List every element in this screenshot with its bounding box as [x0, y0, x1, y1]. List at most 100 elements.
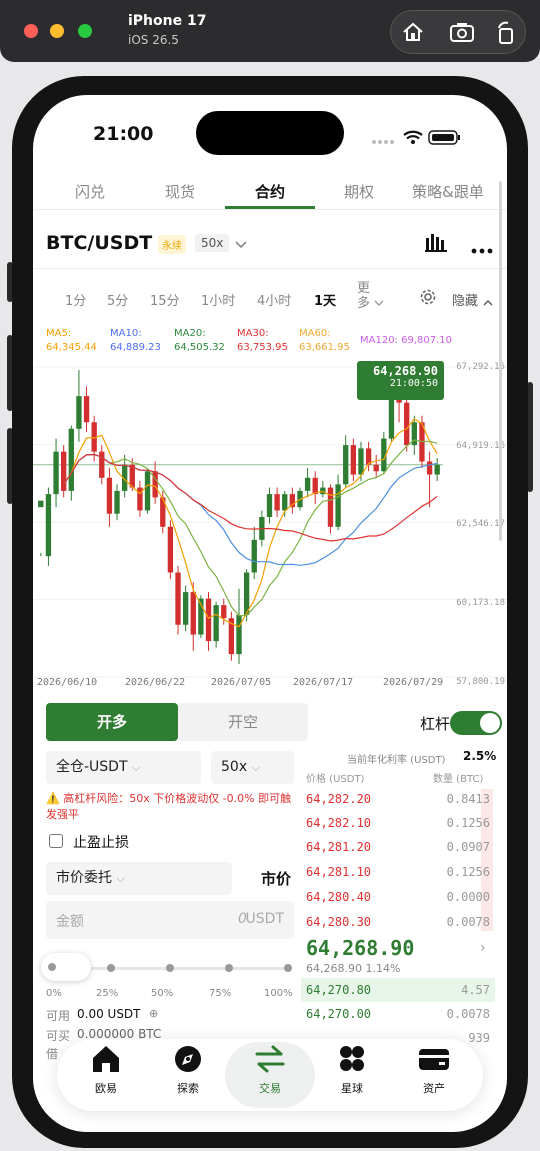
candle-body [53, 451, 59, 495]
bid-price: 64,270.80 [306, 983, 372, 997]
last-price-tag[interactable]: 64,268.90 21:00:50 [357, 361, 444, 400]
slider-label-25: 25% [96, 988, 119, 999]
slider-label-100: 100% [264, 988, 293, 999]
screenshot-icon[interactable] [449, 21, 475, 47]
ma30-value: 63,753.95 [237, 342, 288, 353]
simulator-os-version: iOS 26.5 [128, 33, 179, 47]
wallet-icon [419, 1049, 449, 1070]
y-tick-label: 64,919.16 [456, 441, 505, 451]
chevron-right-icon[interactable]: › [480, 940, 486, 956]
compass-icon [175, 1046, 201, 1072]
candle-body [38, 500, 44, 508]
slider-stop-50[interactable] [166, 964, 174, 972]
nav-planet[interactable]: 星球 [317, 1043, 387, 1096]
add-funds-icon[interactable]: ⊕ [149, 1007, 158, 1020]
leverage-select[interactable]: 50x ⌵ [211, 751, 294, 784]
ma10-label: MA10: [110, 328, 142, 339]
nav-trade[interactable]: 交易 [235, 1043, 305, 1096]
tab-spot[interactable]: 现货 [165, 181, 195, 202]
candle-body [274, 494, 280, 511]
y-tick-label: 67,292.15 [456, 362, 505, 372]
ma5-value: 64,345.44 [46, 342, 97, 353]
slider-stop-100[interactable] [284, 964, 292, 972]
more-icon[interactable] [471, 239, 493, 258]
available-value: 0.00 USDT [77, 1007, 141, 1021]
timeframe-more[interactable]: 更多 [357, 281, 370, 311]
home-icon[interactable] [401, 21, 425, 47]
ask-price: 64,280.40 [306, 890, 372, 904]
timeframe-15m[interactable]: 15分 [150, 290, 180, 309]
candlestick-chart[interactable] [33, 357, 507, 691]
funding-rate-label: 当前年化利率 (USDT) [347, 755, 446, 766]
open-long-button[interactable]: 开多 [46, 703, 178, 741]
slider-stop-25[interactable] [107, 964, 115, 972]
rotate-icon[interactable] [495, 21, 517, 49]
hide-toggle[interactable]: 隐藏 [452, 290, 478, 309]
candle-body [68, 428, 74, 491]
ma60-label: MA60: [299, 328, 331, 339]
candle-body [404, 402, 410, 446]
candle-body [99, 451, 105, 478]
simulator-device-name: iPhone 17 [128, 13, 207, 29]
tab-flash-swap[interactable]: 闪兑 [75, 181, 105, 202]
trade-arrows-icon [255, 1045, 285, 1073]
close-window-button[interactable] [24, 24, 38, 38]
timeframe-4h[interactable]: 4小时 [257, 290, 291, 309]
ma120-value: 69,807.10 [401, 335, 453, 346]
timeframe-1m[interactable]: 1分 [65, 290, 86, 309]
phone-screen: 21:00 闪兑 现货 合约 期权 策略&跟单 BTC/USDT 永续 50x … [33, 95, 507, 1132]
tpsl-checkbox[interactable] [49, 834, 63, 848]
pair-symbol[interactable]: BTC/USDT [46, 232, 152, 254]
planet-icon [340, 1046, 364, 1071]
y-tick-label: 57,800.19 [456, 677, 505, 687]
chevron-down-icon[interactable] [374, 292, 384, 311]
price-header: 价格 (USDT) [306, 774, 365, 785]
candle-body [304, 477, 311, 491]
nav-label: 交易 [259, 1082, 281, 1095]
chevron-down-icon: ⌵ [251, 761, 260, 774]
order-type-select[interactable]: 市价委托 ⌵ [46, 862, 232, 895]
timeframe-1d[interactable]: 1天 [314, 290, 336, 309]
candle-countdown: 21:00:50 [389, 378, 438, 389]
slider-label-50: 50% [151, 988, 174, 999]
slider-stop-75[interactable] [225, 964, 233, 972]
tab-options[interactable]: 期权 [344, 181, 374, 202]
chart-bars-icon[interactable] [425, 232, 447, 256]
minimize-window-button[interactable] [50, 24, 64, 38]
nav-assets[interactable]: 资产 [399, 1043, 469, 1096]
timeframe-5m[interactable]: 5分 [107, 290, 128, 309]
margin-mode-value: 全仓-USDT [56, 759, 128, 775]
candle-body [266, 494, 273, 517]
tab-strategy-copy[interactable]: 策略&跟单 [412, 181, 484, 202]
ask-depth-bar [481, 789, 493, 931]
ma60-legend: MA60: 63,661.95 [299, 327, 350, 355]
home-icon [93, 1046, 119, 1072]
status-time: 21:00 [93, 123, 154, 145]
candle-body [114, 490, 120, 514]
amount-input[interactable]: 金额 0 USDT [46, 901, 294, 939]
slider-thumb[interactable] [41, 953, 91, 981]
nav-home[interactable]: 欧易 [71, 1043, 141, 1096]
nav-explore[interactable]: 探索 [153, 1043, 223, 1096]
available-label: 可用 [46, 1009, 71, 1023]
scroll-indicator [499, 181, 502, 541]
nav-label: 星球 [341, 1082, 363, 1095]
chevron-down-icon[interactable] [235, 235, 247, 254]
ask-qty: 0.0907 [446, 840, 490, 854]
tpsl-label: 止盈止损 [73, 835, 129, 851]
simulator-tools [390, 10, 526, 54]
ask-price: 64,282.20 [306, 792, 372, 806]
candle-body [61, 451, 67, 491]
timeframe-1h[interactable]: 1小时 [201, 290, 235, 309]
tab-futures[interactable]: 合约 [255, 181, 285, 202]
zoom-window-button[interactable] [78, 24, 92, 38]
margin-mode-select[interactable]: 全仓-USDT ⌵ [46, 751, 201, 784]
chevron-up-icon[interactable] [483, 292, 493, 311]
bid-qty: 0.0078 [446, 1007, 490, 1021]
open-short-button[interactable]: 开空 [178, 703, 308, 741]
leverage-badge[interactable]: 50x [195, 234, 230, 252]
y-tick-label: 60,173.18 [456, 598, 505, 608]
gear-icon[interactable] [419, 288, 437, 310]
leverage-toggle[interactable] [450, 711, 502, 735]
last-price-tag-value: 64,268.90 [372, 364, 438, 378]
